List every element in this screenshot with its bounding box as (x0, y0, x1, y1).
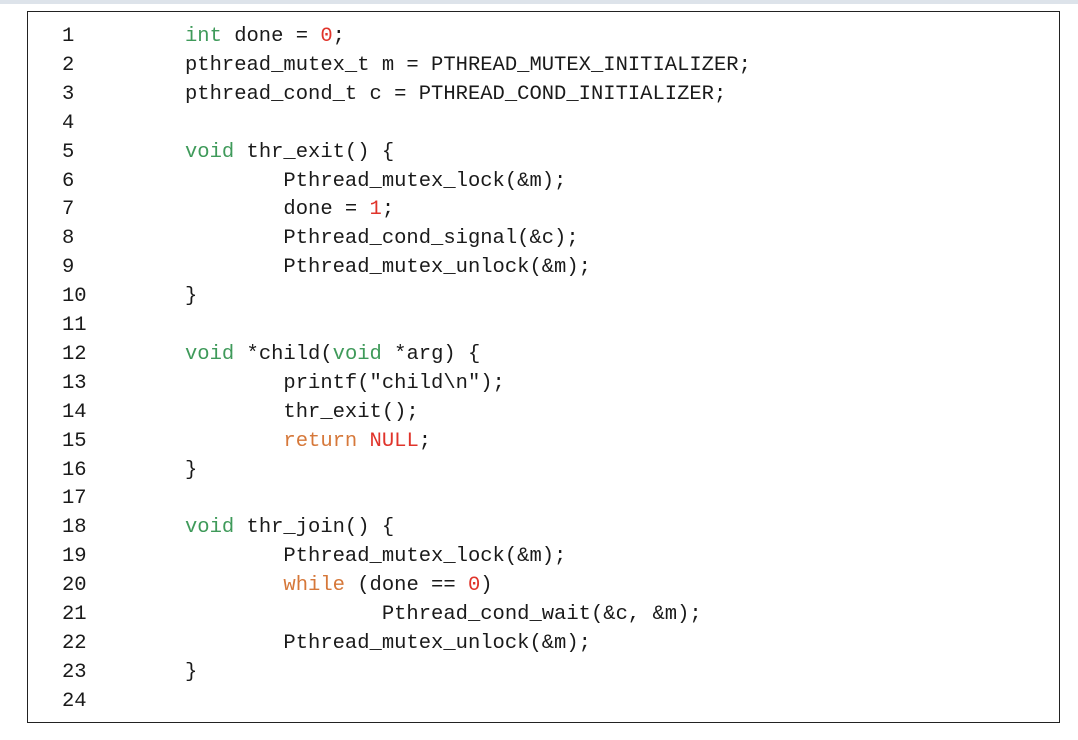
code-token: done = (221, 25, 321, 48)
line-number: 15 (62, 429, 87, 453)
code-text: Pthread_mutex_lock(&m); (185, 542, 566, 571)
code-token: thr_exit() { (234, 140, 395, 164)
line-number: 1 (62, 25, 75, 48)
code-token-kw-green: int (185, 25, 222, 48)
line-number: 3 (62, 82, 75, 106)
code-text: Pthread_mutex_lock(&m); (185, 167, 566, 196)
line-number: 16 (62, 458, 87, 482)
code-text: void thr_join() { (185, 513, 394, 542)
line-number: 6 (62, 169, 75, 193)
code-text: } (185, 282, 197, 311)
line-number: 5 (62, 140, 75, 164)
code-text: pthread_mutex_t m = PTHREAD_MUTEX_INITIA… (185, 51, 751, 80)
code-token-lit-red: 0 (467, 574, 481, 598)
line-number: 21 (62, 603, 87, 626)
line-number: 19 (62, 545, 87, 569)
code-token: ) (480, 574, 493, 598)
code-text: done = 1; (185, 195, 394, 224)
code-text: while (done == 0) (185, 571, 493, 600)
line-number: 17 (62, 487, 87, 511)
code-token-lit-red: 0 (320, 25, 333, 48)
code-text: void thr_exit() { (185, 138, 394, 167)
code-token: *arg) { (381, 342, 481, 366)
code-token: printf("child\n"); (185, 371, 505, 395)
code-text: Pthread_cond_wait(&c, &m); (185, 600, 702, 629)
code-text: Pthread_cond_signal(&c); (185, 224, 579, 253)
top-strip (0, 0, 1078, 4)
code-token: Pthread_cond_wait(&c, &m); (185, 603, 702, 626)
code-listing: 1 int done = 0; 2 pthread_mutex_t m = PTHRE… (27, 11, 1060, 723)
code-token-kw-orange: while (283, 574, 345, 598)
code-text: printf("child\n"); (185, 369, 505, 398)
code-token-kw-green: void (185, 342, 235, 366)
code-token: ; (418, 429, 432, 453)
code-token: thr_exit(); (185, 400, 419, 424)
code-token: pthread_mutex_t m = PTHREAD_MUTEX_INITIA… (185, 53, 751, 77)
code-token: pthread_cond_t c = PTHREAD_COND_INITIALI… (185, 82, 727, 106)
line-number: 7 (62, 198, 75, 222)
line-number: 9 (62, 256, 75, 280)
code-text: return NULL; (185, 427, 431, 456)
code-token: Pthread_mutex_unlock(&m); (185, 256, 591, 280)
code-token: Pthread_cond_signal(&c); (185, 227, 579, 251)
code-text: void *child(void *arg) { (185, 340, 480, 369)
line-number: 13 (62, 371, 87, 395)
code-token-lit-red: 1 (369, 198, 382, 222)
code-token: thr_join() { (234, 516, 395, 540)
line-number: 22 (62, 631, 87, 655)
code-token: (done == (344, 574, 468, 598)
line-number: 14 (62, 400, 87, 424)
code-token: } (185, 285, 198, 309)
code-token: } (185, 458, 198, 482)
code-token-kw-green: void (332, 342, 382, 366)
line-number: 23 (62, 660, 87, 684)
code-text: Pthread_mutex_unlock(&m); (185, 629, 591, 658)
code-token: } (185, 660, 198, 684)
code-token-lit-red: NULL (369, 429, 419, 453)
code-token-kw-orange: return (283, 429, 358, 453)
line-number: 2 (62, 53, 75, 77)
line-number: 11 (62, 314, 87, 337)
line-number: 20 (62, 574, 87, 598)
code-text: } (185, 658, 197, 687)
code-token: ; (332, 25, 345, 48)
code-token: Pthread_mutex_unlock(&m); (185, 631, 591, 655)
code-text: } (185, 456, 197, 485)
code-token: ; (381, 198, 395, 222)
line-number: 10 (62, 285, 87, 309)
code-token: Pthread_mutex_lock(&m); (185, 545, 567, 569)
code-text: thr_exit(); (185, 398, 419, 427)
code-token-kw-green: void (185, 140, 235, 164)
code-token: done = (185, 198, 370, 222)
line-number: 4 (62, 111, 75, 135)
line-number: 8 (62, 227, 75, 251)
line-number: 18 (62, 516, 87, 540)
code-text: int done = 0; (185, 22, 345, 51)
code-token: *child( (234, 342, 333, 366)
code-token: Pthread_mutex_lock(&m); (185, 169, 567, 193)
line-number: 24 (62, 689, 87, 713)
line-number: 12 (62, 342, 87, 366)
code-text: pthread_cond_t c = PTHREAD_COND_INITIALI… (185, 80, 726, 109)
code-text: Pthread_mutex_unlock(&m); (185, 253, 591, 282)
code-token-kw-green: void (185, 516, 235, 540)
